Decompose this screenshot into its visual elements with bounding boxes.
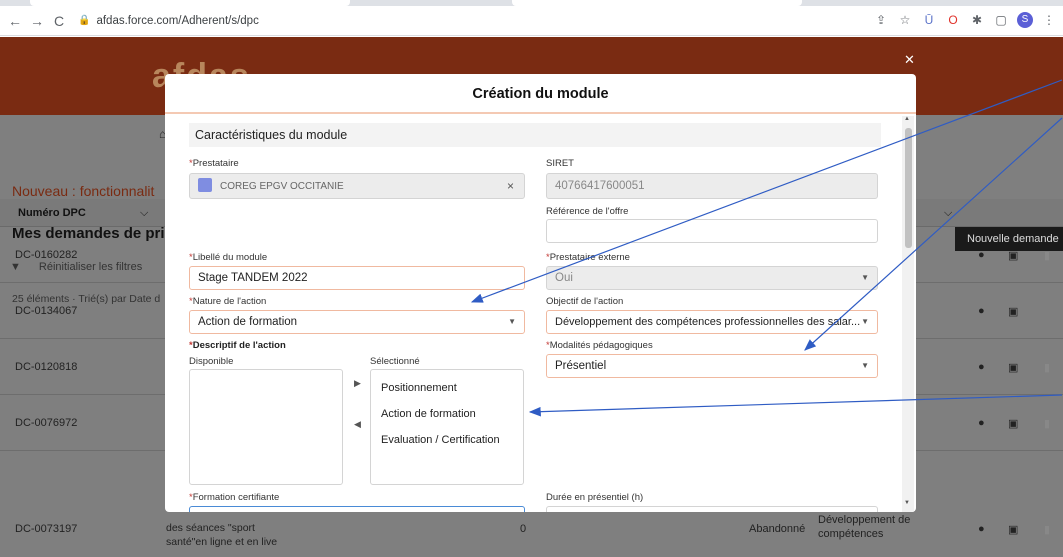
selectionne-label: Sélectionné <box>370 356 420 367</box>
available-list[interactable] <box>189 369 343 485</box>
certifiante-select[interactable] <box>189 506 525 512</box>
objectif-label: Objectif de l'action <box>546 296 624 307</box>
objectif-select[interactable]: Développement des compétences profession… <box>546 310 878 334</box>
create-module-modal: Création du module Caractéristiques du m… <box>165 74 916 512</box>
section-title: Caractéristiques du module <box>189 123 881 147</box>
row-count: 0 <box>520 523 527 535</box>
eye-icon[interactable]: ● <box>978 523 985 535</box>
trash-icon[interactable]: ▮ <box>1044 361 1050 374</box>
move-left-icon[interactable]: ◀ <box>354 419 361 430</box>
disponible-label: Disponible <box>189 356 234 367</box>
row-objectif-line: Développement de <box>818 514 911 526</box>
lock-icon: 🔒 <box>78 15 91 26</box>
eye-icon[interactable]: ● <box>978 249 985 261</box>
dpc-number[interactable]: DC-0134067 <box>15 305 77 317</box>
clear-icon[interactable]: × <box>507 174 514 198</box>
copy-icon[interactable]: ▣ <box>1008 249 1018 262</box>
status-badge: Abandonné <box>749 523 806 535</box>
column-header-numero[interactable]: Numéro DPC <box>18 207 86 219</box>
list-item[interactable]: Evaluation / Certification <box>381 434 500 446</box>
scroll-down-icon[interactable]: ▼ <box>904 500 910 506</box>
chevron-down-icon: ▼ <box>861 273 869 282</box>
modalites-label: *Modalités pédagogiques <box>546 340 653 351</box>
copy-icon[interactable]: ▣ <box>1008 417 1018 430</box>
chevron-down-icon: ▼ <box>508 317 516 326</box>
list-item[interactable]: Action de formation <box>381 408 476 420</box>
trash-icon[interactable]: ▮ <box>1044 249 1050 262</box>
row-description-line: des séances "sport <box>166 522 255 534</box>
prestataire-externe-label: *Prestataire externe <box>546 252 630 263</box>
close-icon[interactable]: ✕ <box>904 52 915 68</box>
nature-value: Action de formation <box>198 316 298 328</box>
trash-icon[interactable]: ▮ <box>1044 417 1050 430</box>
profile-avatar[interactable]: S <box>1017 12 1033 28</box>
forward-icon[interactable]: → <box>26 13 48 29</box>
eye-icon[interactable]: ● <box>978 361 985 373</box>
ref-offre-label: Référence de l'offre <box>546 206 629 217</box>
menu-icon[interactable]: ⋮ <box>1041 13 1057 27</box>
modal-title: Création du module <box>165 74 916 114</box>
objectif-value: Développement des compétences profession… <box>555 316 861 328</box>
libelle-field[interactable]: Stage TANDEM 2022 <box>189 266 525 290</box>
descriptif-label: *Descriptif de l'action <box>189 340 286 351</box>
dpc-number[interactable]: DC-0120818 <box>15 361 77 373</box>
url-field[interactable]: 🔒 afdas.force.com/Adherent/s/dpc <box>78 15 259 27</box>
row-objectif-line: compétences <box>818 528 884 540</box>
scrollbar-thumb[interactable] <box>905 128 912 248</box>
back-icon[interactable]: ← <box>4 13 26 29</box>
sidepanel-icon[interactable]: ▢ <box>993 13 1009 27</box>
prestataire-field[interactable]: COREG EPGV OCCITANIE × <box>189 173 525 199</box>
copy-icon[interactable]: ▣ <box>1008 361 1018 374</box>
nature-select[interactable]: Action de formation ▼ <box>189 310 525 334</box>
siret-label: SIRET <box>546 158 574 169</box>
eye-icon[interactable]: ● <box>978 305 985 317</box>
copy-icon[interactable]: ▣ <box>1008 305 1018 318</box>
extension-icon[interactable]: Ū <box>921 13 937 27</box>
address-bar: ← → C 🔒 afdas.force.com/Adherent/s/dpc ⇪… <box>0 6 1063 36</box>
chevron-down-icon: ▼ <box>861 361 869 370</box>
chevron-down-icon[interactable]: ⌵ <box>944 207 952 220</box>
ref-offre-field[interactable] <box>546 219 878 243</box>
move-right-icon[interactable]: ▶ <box>354 378 361 389</box>
list-item[interactable]: Positionnement <box>381 382 457 394</box>
chevron-down-icon[interactable]: ⌵ <box>140 207 148 220</box>
dpc-number[interactable]: DC-0160282 <box>15 249 77 261</box>
star-icon[interactable]: ☆ <box>897 13 913 27</box>
modal-body: Caractéristiques du module *Prestataire … <box>165 116 916 512</box>
prestataire-externe-select[interactable]: Oui ▼ <box>546 266 878 290</box>
selected-list[interactable]: Positionnement Action de formation Evalu… <box>370 369 524 485</box>
prestataire-value: COREG EPGV OCCITANIE <box>220 181 344 192</box>
modalites-value: Présentiel <box>555 360 607 372</box>
chevron-down-icon: ▼ <box>861 317 869 326</box>
opera-icon[interactable]: O <box>945 13 961 27</box>
siret-field[interactable]: 40766417600051 <box>546 173 878 199</box>
dpc-number[interactable]: DC-0076972 <box>15 417 77 429</box>
trash-icon[interactable]: ▮ <box>1044 523 1050 536</box>
nature-label: *Nature de l'action <box>189 296 267 307</box>
duree-field[interactable] <box>546 506 878 512</box>
prestataire-externe-value: Oui <box>555 272 573 284</box>
scroll-up-icon[interactable]: ▲ <box>904 116 910 122</box>
row-description-line: santé"en ligne et en live <box>166 536 278 548</box>
modalites-select[interactable]: Présentiel ▼ <box>546 354 878 378</box>
share-icon[interactable]: ⇪ <box>873 13 889 27</box>
announcement-text: Nouveau : fonctionnalit <box>12 183 155 199</box>
url-text: afdas.force.com/Adherent/s/dpc <box>96 14 259 27</box>
eye-icon[interactable]: ● <box>978 417 985 429</box>
copy-icon[interactable]: ▣ <box>1008 523 1018 536</box>
reload-icon[interactable]: C <box>48 13 70 29</box>
certifiante-label: *Formation certifiante <box>189 492 280 503</box>
account-icon <box>198 177 212 192</box>
dpc-number[interactable]: DC-0073197 <box>15 523 77 535</box>
duree-label: Durée en présentiel (h) <box>546 492 644 503</box>
libelle-label: *Libellé du module <box>189 252 268 263</box>
puzzle-icon[interactable]: ✱ <box>969 13 985 27</box>
prestataire-label: *Prestataire <box>189 158 239 169</box>
